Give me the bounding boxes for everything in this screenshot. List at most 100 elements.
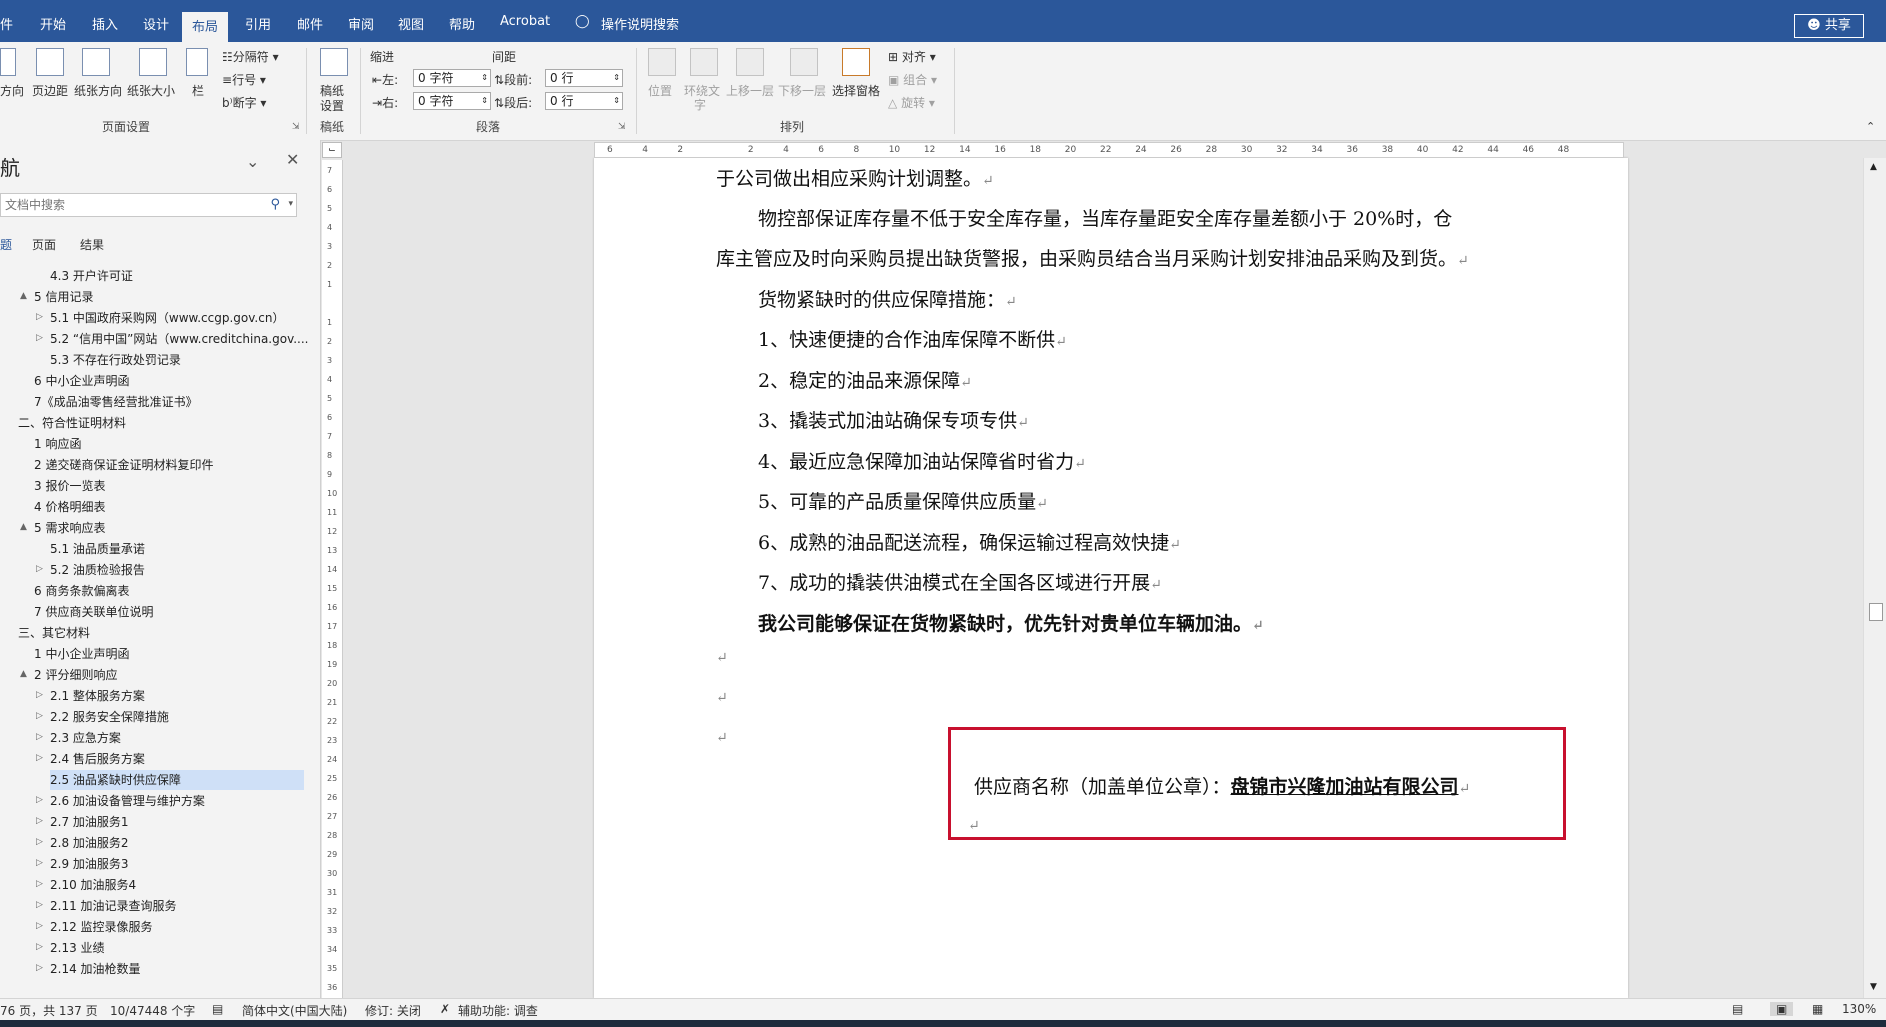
expand-triangle-icon[interactable]: ▷: [36, 312, 43, 322]
page-count[interactable]: 76 页，共 137 页: [0, 1002, 98, 1019]
nav-heading-item[interactable]: 7 供应商关联单位说明: [34, 602, 153, 622]
nav-heading-item[interactable]: 2 评分细则响应: [34, 665, 117, 685]
expand-triangle-icon[interactable]: ▷: [36, 753, 43, 763]
nav-heading-item[interactable]: 2.14 加油枪数量: [50, 959, 141, 979]
nav-heading-item[interactable]: 2.1 整体服务方案: [50, 686, 145, 706]
indent-right-input[interactable]: 0 字符 ⇕: [413, 92, 491, 110]
nav-heading-item[interactable]: 6 商务条款偏离表: [34, 581, 129, 601]
nav-search-input[interactable]: [1, 194, 269, 216]
expand-triangle-icon[interactable]: ▷: [36, 816, 43, 826]
tab-help[interactable]: 帮助: [449, 14, 475, 33]
nav-heading-item[interactable]: 二、符合性证明材料: [18, 413, 126, 433]
nav-heading-item[interactable]: 1 响应函: [34, 434, 81, 454]
chevron-down-icon[interactable]: ⌄: [246, 152, 259, 171]
nav-heading-item[interactable]: 5.1 中国政府采购网（www.ccgp.gov.cn）: [50, 308, 284, 328]
tab-home[interactable]: 开始: [40, 14, 66, 33]
expand-triangle-icon[interactable]: ▷: [36, 333, 43, 343]
share-button[interactable]: ☻ 共享: [1794, 14, 1864, 38]
horizontal-ruler[interactable]: 6 4 2 2 4 6 8 10 12 14 16 18 20 22 24 26 28 30 32 34 36 38 40 4…: [594, 142, 1624, 158]
draft-paper-icon[interactable]: [320, 48, 348, 76]
expand-triangle-icon[interactable]: ▷: [36, 732, 43, 742]
nav-heading-item[interactable]: 2.11 加油记录查询服务: [50, 896, 177, 916]
tab-references[interactable]: 引用: [245, 14, 271, 33]
proofing-icon[interactable]: ▤: [212, 1002, 223, 1016]
selection-pane-button[interactable]: 选择窗格: [832, 82, 880, 99]
nav-heading-item[interactable]: 1 中小企业声明函: [34, 644, 129, 664]
orientation-icon[interactable]: [0, 48, 16, 76]
language[interactable]: 简体中文(中国大陆): [242, 1002, 347, 1019]
margins-button[interactable]: 页边距: [32, 82, 68, 99]
nav-heading-item[interactable]: 2.7 加油服务1: [50, 812, 129, 832]
nav-heading-item[interactable]: 5 信用记录: [34, 287, 93, 307]
page-orientation-icon[interactable]: [82, 48, 110, 76]
nav-heading-item[interactable]: 2.2 服务安全保障措施: [50, 707, 169, 727]
scroll-up-icon[interactable]: ▲: [1870, 162, 1877, 172]
nav-heading-item[interactable]: 4 价格明细表: [34, 497, 105, 517]
tab-view[interactable]: 视图: [398, 14, 424, 33]
nav-heading-item[interactable]: 5.2 油质检验报告: [50, 560, 145, 580]
zoom-level[interactable]: 130%: [1842, 1002, 1876, 1016]
page-orientation-button[interactable]: 纸张方向: [74, 82, 122, 99]
track-changes-status[interactable]: 修订: 关闭: [365, 1002, 421, 1019]
paragraph-launcher-icon[interactable]: ⇲: [618, 122, 626, 132]
nav-heading-item[interactable]: 2.6 加油设备管理与维护方案: [50, 791, 205, 811]
nav-heading-item[interactable]: 3 报价一览表: [34, 476, 105, 496]
nav-heading-item[interactable]: 2.5 油品紧缺时供应保障: [50, 770, 304, 790]
tab-review[interactable]: 审阅: [348, 14, 374, 33]
collapse-triangle-icon[interactable]: ▲: [20, 669, 27, 679]
spin-arrows-icon[interactable]: ⇕: [613, 70, 622, 86]
dropdown-arrow-icon[interactable]: ▾: [288, 199, 293, 209]
scroll-thumb[interactable]: [1869, 603, 1883, 621]
expand-triangle-icon[interactable]: ▷: [36, 879, 43, 889]
line-numbers-button[interactable]: ≡行号 ▾: [222, 71, 266, 88]
search-icon[interactable]: ⚲: [270, 197, 280, 212]
indent-left-input[interactable]: 0 字符 ⇕: [413, 69, 491, 87]
nav-heading-item[interactable]: 5.1 油品质量承诺: [50, 539, 145, 559]
nav-heading-item[interactable]: 6 中小企业声明函: [34, 371, 129, 391]
web-layout-icon[interactable]: ▦: [1812, 1002, 1823, 1016]
nav-heading-item[interactable]: 5.3 不存在行政处罚记录: [50, 350, 181, 370]
expand-triangle-icon[interactable]: ▷: [36, 711, 43, 721]
expand-triangle-icon[interactable]: ▷: [36, 942, 43, 952]
word-count[interactable]: 10/47448 个字: [110, 1002, 195, 1019]
expand-triangle-icon[interactable]: ▷: [36, 837, 43, 847]
tab-selector-icon[interactable]: ⌙: [322, 142, 342, 158]
vertical-scrollbar[interactable]: ▲ ▼: [1863, 158, 1886, 998]
tell-me-search[interactable]: 操作说明搜索: [601, 14, 679, 33]
expand-triangle-icon[interactable]: ▷: [36, 858, 43, 868]
spin-arrows-icon[interactable]: ⇕: [481, 93, 490, 109]
collapse-triangle-icon[interactable]: ▲: [20, 522, 27, 532]
nav-heading-item[interactable]: 2 递交磋商保证金证明材料复印件: [34, 455, 213, 475]
tab-design[interactable]: 设计: [143, 14, 169, 33]
nav-heading-item[interactable]: 4.3 开户许可证: [50, 266, 133, 286]
tab-acrobat[interactable]: Acrobat: [500, 14, 550, 29]
nav-heading-item[interactable]: 7《成品油零售经营批准证书》: [34, 392, 198, 412]
paper-size-button[interactable]: 纸张大小: [127, 82, 175, 99]
paper-size-icon[interactable]: [139, 48, 167, 76]
breaks-button[interactable]: ☷分隔符 ▾: [222, 48, 279, 65]
nav-heading-item[interactable]: 2.13 业绩: [50, 938, 105, 958]
nav-heading-item[interactable]: 2.12 监控录像服务: [50, 917, 153, 937]
scroll-down-icon[interactable]: ▼: [1870, 982, 1877, 992]
columns-icon[interactable]: [186, 48, 208, 76]
page-setup-launcher-icon[interactable]: ⇲: [292, 122, 300, 132]
accessibility-status[interactable]: 辅助功能: 调查: [458, 1002, 538, 1019]
draft-settings-button-l2[interactable]: 设置: [320, 97, 344, 114]
nav-heading-item[interactable]: 2.3 应急方案: [50, 728, 121, 748]
expand-triangle-icon[interactable]: ▷: [36, 690, 43, 700]
read-mode-icon[interactable]: ▤: [1732, 1002, 1743, 1016]
tab-insert[interactable]: 插入: [92, 14, 118, 33]
collapse-ribbon-icon[interactable]: ⌃: [1866, 120, 1875, 133]
tab-file[interactable]: 件: [0, 14, 13, 33]
expand-triangle-icon[interactable]: ▷: [36, 900, 43, 910]
expand-triangle-icon[interactable]: ▷: [36, 564, 43, 574]
nav-heading-item[interactable]: 2.10 加油服务4: [50, 875, 136, 895]
spin-arrows-icon[interactable]: ⇕: [481, 70, 490, 86]
nav-heading-item[interactable]: 2.9 加油服务3: [50, 854, 129, 874]
spin-arrows-icon[interactable]: ⇕: [613, 93, 622, 109]
expand-triangle-icon[interactable]: ▷: [36, 795, 43, 805]
nav-heading-item[interactable]: 2.8 加油服务2: [50, 833, 129, 853]
collapse-triangle-icon[interactable]: ▲: [20, 291, 27, 301]
nav-tab-pages[interactable]: 页面: [32, 236, 56, 253]
align-button[interactable]: ⊞ 对齐 ▾: [888, 48, 936, 65]
